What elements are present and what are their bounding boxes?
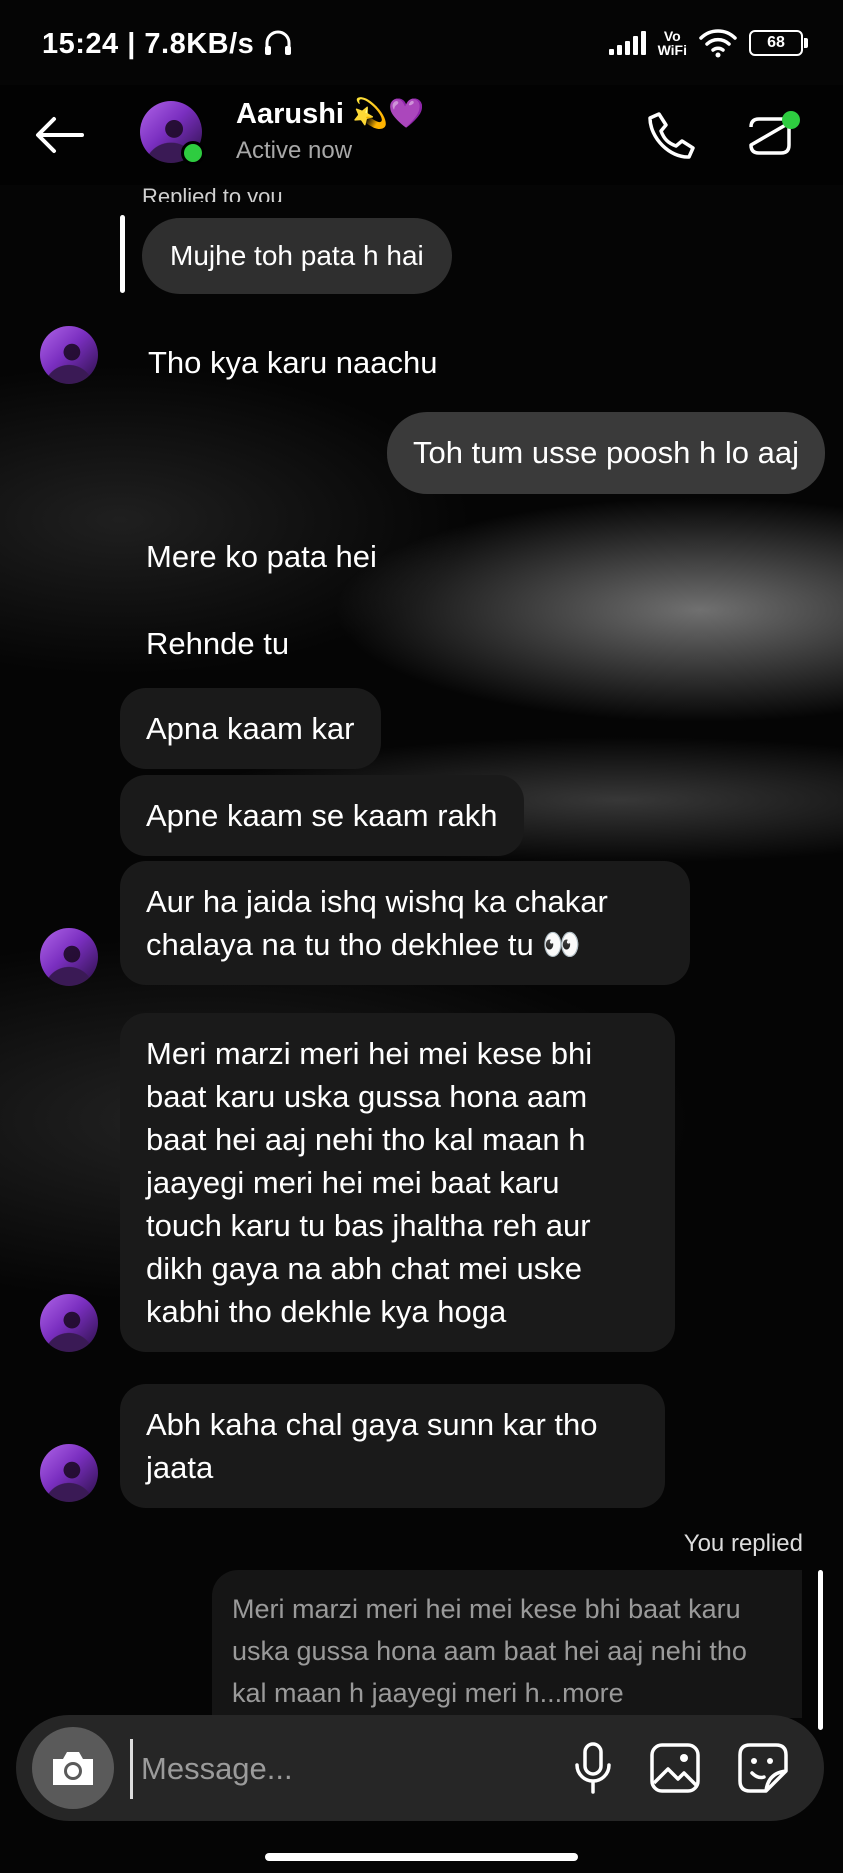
reply-indicator-bar bbox=[818, 1570, 823, 1730]
sender-avatar[interactable] bbox=[40, 1444, 98, 1502]
quoted-message-preview[interactable]: Meri marzi meri hei mei kese bhi baat ka… bbox=[212, 1570, 802, 1718]
sticker-icon[interactable] bbox=[736, 1741, 790, 1795]
gallery-icon[interactable] bbox=[648, 1741, 702, 1795]
reply-quote-bubble[interactable]: Mujhe toh pata h hai bbox=[142, 218, 452, 294]
wifi-icon bbox=[699, 29, 737, 58]
status-bar-indicators: Vo WiFi 68 bbox=[608, 28, 808, 58]
status-time-text: 15:24 | 7.8KB/s bbox=[42, 28, 255, 60]
received-message[interactable]: Tho kya karu naachu bbox=[122, 322, 464, 403]
battery-icon: 68 bbox=[749, 30, 808, 56]
sender-avatar[interactable] bbox=[40, 928, 98, 986]
status-bar-time: 15:24 | 7.8KB/s bbox=[42, 28, 293, 61]
received-message[interactable]: Meri marzi meri hei mei kese bhi baat ka… bbox=[120, 1013, 675, 1352]
received-message[interactable]: Apna kaam kar bbox=[120, 688, 381, 769]
message-composer bbox=[16, 1715, 824, 1821]
camera-icon bbox=[53, 1752, 93, 1785]
online-indicator bbox=[181, 141, 205, 165]
phone-icon[interactable] bbox=[645, 110, 697, 162]
vowifi-indicator: Vo WiFi bbox=[658, 29, 687, 57]
quoted-message-text: Meri marzi meri hei mei kese bhi baat ka… bbox=[232, 1594, 747, 1708]
sender-avatar[interactable] bbox=[40, 1294, 98, 1352]
chat-header: Aarushi 💫💜 Active now bbox=[0, 85, 843, 185]
camera-button[interactable] bbox=[32, 1727, 114, 1809]
received-message[interactable]: Rehnde tu bbox=[120, 603, 315, 684]
sender-avatar[interactable] bbox=[40, 326, 98, 384]
home-indicator[interactable] bbox=[265, 1853, 578, 1861]
active-status: Active now bbox=[236, 137, 353, 164]
received-message[interactable]: Mere ko pata hei bbox=[120, 516, 403, 597]
vowifi-top: Vo bbox=[663, 28, 681, 44]
message-input[interactable] bbox=[130, 1739, 563, 1799]
back-arrow-icon[interactable] bbox=[34, 115, 84, 155]
sent-message[interactable]: Toh tum usse poosh h lo aaj bbox=[386, 412, 825, 494]
received-message[interactable]: Aur ha jaida ishq wishq ka chakar chalay… bbox=[120, 861, 690, 985]
video-call-icon[interactable] bbox=[747, 109, 803, 161]
headphones-icon bbox=[264, 30, 291, 55]
you-replied-label: You replied bbox=[683, 1530, 803, 1557]
contact-name[interactable]: Aarushi 💫💜 bbox=[236, 97, 424, 131]
battery-level: 68 bbox=[767, 34, 785, 51]
reply-indicator-bar bbox=[120, 215, 125, 293]
microphone-icon[interactable] bbox=[568, 1741, 618, 1795]
received-message[interactable]: Apne kaam se kaam rakh bbox=[120, 775, 524, 856]
received-message[interactable]: Abh kaha chal gaya sunn kar tho jaata bbox=[120, 1384, 665, 1508]
reply-quote-text: Mujhe toh pata h hai bbox=[170, 240, 424, 271]
signal-icon bbox=[608, 31, 646, 55]
replied-label: Replied to you bbox=[142, 184, 283, 202]
vowifi-bottom: WiFi bbox=[657, 42, 687, 58]
